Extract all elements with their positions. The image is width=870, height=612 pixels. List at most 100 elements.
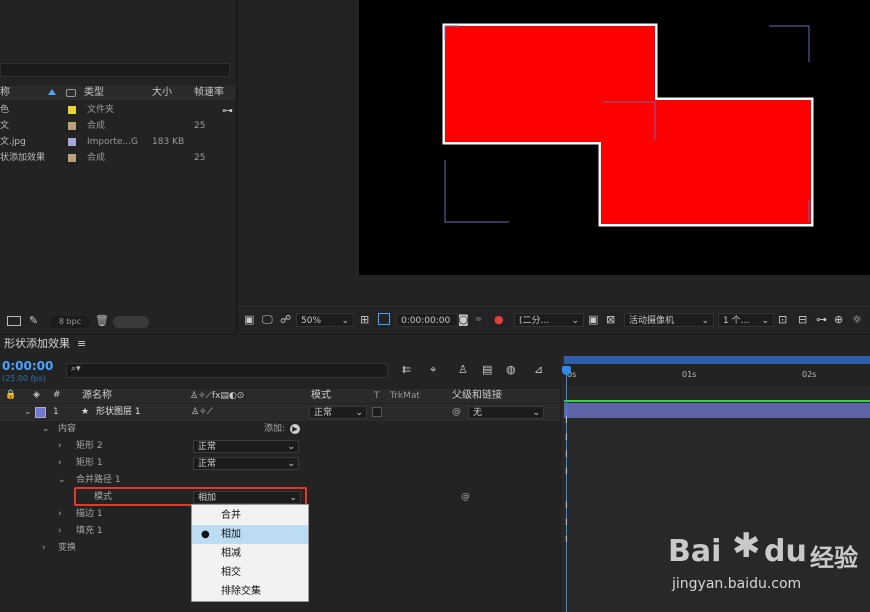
chevron-right-icon[interactable]: › [42, 540, 46, 557]
chevron-down-icon[interactable]: ⌄ [42, 421, 50, 438]
camera-snapshot-icon[interactable]: ◙ [458, 313, 469, 326]
keyframe-marker[interactable]: I [565, 416, 568, 426]
layer-mode-dropdown[interactable]: 正常 ⌄ [309, 406, 367, 419]
popup-item[interactable]: 相交 [192, 563, 308, 582]
rect2-row[interactable]: › 矩形 2 正常 ⌄ [0, 438, 560, 455]
graph-editor-icon[interactable]: ⊿ [534, 363, 543, 376]
label-color-swatch[interactable] [68, 154, 76, 162]
merge-mode-popup-menu[interactable]: 合并 ● 相加 相减 相交 排除交集 [191, 504, 309, 602]
time-ruler[interactable]: 0s 01s 02s [564, 364, 870, 386]
views-dropdown[interactable]: 1 个… ⌄ [718, 313, 774, 327]
current-time-field[interactable]: 0:00:00:00 [396, 313, 458, 327]
pick-whip-icon[interactable]: @ [452, 404, 461, 421]
popup-item[interactable]: 相减 [192, 544, 308, 563]
layer-label-color[interactable] [35, 407, 46, 418]
interpret-footage-icon[interactable] [7, 316, 21, 326]
column-size[interactable]: 大小 [152, 86, 172, 100]
keyframe-marker[interactable]: I [565, 501, 568, 511]
column-type[interactable]: 类型 [84, 86, 104, 100]
preserve-transparency-checkbox[interactable] [372, 407, 382, 417]
timeline-search-input[interactable]: ⌕▾ [66, 363, 388, 378]
chevron-right-icon[interactable]: › [58, 455, 62, 472]
chevron-right-icon[interactable]: › [58, 506, 62, 523]
pick-whip-icon[interactable]: @ [461, 489, 470, 506]
layer-name[interactable]: 形状图层 1 [96, 404, 141, 421]
project-item-row[interactable]: 文 合成 25 [0, 118, 220, 134]
mask-visibility-icon[interactable]: ☍ [280, 313, 291, 326]
popup-item[interactable]: 合并 [192, 506, 308, 525]
parent-dropdown[interactable]: 无 ⌄ [468, 406, 544, 419]
shy-layers-icon[interactable]: ♙ [458, 363, 468, 376]
layer-row[interactable]: ⌄ 1 ★ 形状图层 1 ♙✧⟋ 正常 ⌄ @ 无 ⌄ [0, 404, 560, 421]
keyframe-marker[interactable]: I [565, 535, 568, 545]
flowchart-icon[interactable]: ⊶ [816, 313, 827, 326]
panel-divider[interactable] [236, 0, 238, 332]
layer-duration-bar[interactable] [564, 403, 870, 418]
rect1-row[interactable]: › 矩形 1 正常 ⌄ [0, 455, 560, 472]
column-mode[interactable]: 模式 [311, 389, 331, 403]
project-item-row[interactable]: 色 文件夹 [0, 102, 220, 118]
column-parent[interactable]: 父级和链接 [452, 389, 502, 403]
timeline-icon[interactable]: ⊟ [798, 313, 807, 326]
trash-icon[interactable]: 🗑 [95, 314, 109, 327]
popup-item[interactable]: 排除交集 [192, 582, 308, 601]
project-item-row[interactable]: 状添加效果 合成 25 [0, 150, 220, 166]
label-color-swatch[interactable] [68, 122, 76, 130]
toggle-pixel-aspect-icon[interactable]: ⊡ [778, 313, 787, 326]
lock-icon[interactable]: 🔒 [5, 390, 16, 400]
zoom-dropdown[interactable]: 50% ⌄ [296, 313, 354, 327]
column-source-name[interactable]: 源名称 [82, 389, 112, 403]
project-search-input[interactable] [0, 63, 230, 77]
keyframe-marker[interactable]: I [565, 450, 568, 460]
project-item-row[interactable]: 文.jpg Importe...G 183 KB [0, 134, 220, 150]
column-name[interactable]: 称 [0, 86, 10, 100]
layer-switches[interactable]: ♙✧⟋ [191, 404, 213, 421]
column-trkmat[interactable]: TrkMat [390, 389, 420, 403]
column-fps[interactable]: 帧速率 [194, 86, 224, 100]
playhead-handle[interactable] [562, 366, 571, 375]
fast-preview-icon[interactable]: ▣ [588, 313, 598, 326]
grid-guides-icon[interactable]: ⊞ [360, 313, 369, 326]
chevron-right-icon[interactable]: › [58, 523, 62, 540]
label-tag-icon[interactable]: ◈ [33, 390, 40, 400]
rect1-mode-dropdown[interactable]: 正常 ⌄ [193, 457, 299, 470]
snapshot-region-icon[interactable]: ▣ [244, 313, 254, 326]
draft-3d-icon[interactable]: ⌖ [430, 363, 436, 377]
rect2-mode-dropdown[interactable]: 正常 ⌄ [193, 440, 299, 453]
bit-depth-button[interactable]: 8 bpc [50, 316, 90, 328]
resolution-dropdown[interactable]: (二分… ⌄ [514, 313, 584, 327]
playhead-line[interactable] [566, 368, 567, 612]
work-area-bar[interactable] [564, 356, 870, 364]
chevron-right-icon[interactable]: › [58, 438, 62, 455]
composition-mini-flowchart-icon[interactable]: ⇇ [402, 363, 411, 376]
chevron-down-icon[interactable]: ⌄ [24, 404, 32, 421]
exposure-icon[interactable]: ☼ [852, 313, 862, 326]
label-color-swatch[interactable] [68, 106, 76, 114]
motion-blur-icon[interactable]: ◍ [506, 363, 516, 376]
reset-exposure-icon[interactable]: ⊕ [834, 313, 843, 326]
flowchart-icon[interactable]: ⊶ [222, 104, 233, 117]
keyframe-marker[interactable]: I [565, 467, 568, 477]
scroll-thumb[interactable] [113, 316, 149, 328]
panel-menu-icon[interactable]: ≡ [77, 337, 86, 350]
region-of-interest-icon[interactable] [378, 313, 390, 325]
label-tag-icon[interactable] [66, 89, 76, 97]
monitor-icon[interactable]: 🖵 [262, 313, 273, 327]
current-time-display[interactable]: 0:00:00 [2, 359, 53, 373]
camera-dropdown[interactable]: 活动摄像机 ⌄ [624, 313, 714, 327]
show-snapshot-icon[interactable]: ⚭ [474, 313, 483, 326]
column-t[interactable]: T [374, 389, 380, 403]
keyframe-marker[interactable]: I [565, 433, 568, 443]
new-folder-icon[interactable]: ✎ [29, 314, 38, 327]
composition-canvas[interactable] [359, 0, 870, 275]
transparency-grid-icon[interactable]: ⊠ [606, 313, 615, 326]
label-color-swatch[interactable] [68, 138, 76, 146]
timeline-tab[interactable]: 形状添加效果 ≡ [0, 335, 86, 353]
sort-ascending-icon[interactable] [48, 89, 56, 95]
popup-item[interactable]: ● 相加 [192, 525, 308, 544]
contents-group-row[interactable]: ⌄ 内容 添加: ▶ [0, 421, 560, 438]
frame-blending-icon[interactable]: ▤ [482, 363, 492, 376]
chevron-down-icon[interactable]: ⌄ [58, 472, 66, 489]
add-content-button[interactable]: ▶ [290, 424, 300, 434]
keyframe-marker[interactable]: I [565, 518, 568, 528]
